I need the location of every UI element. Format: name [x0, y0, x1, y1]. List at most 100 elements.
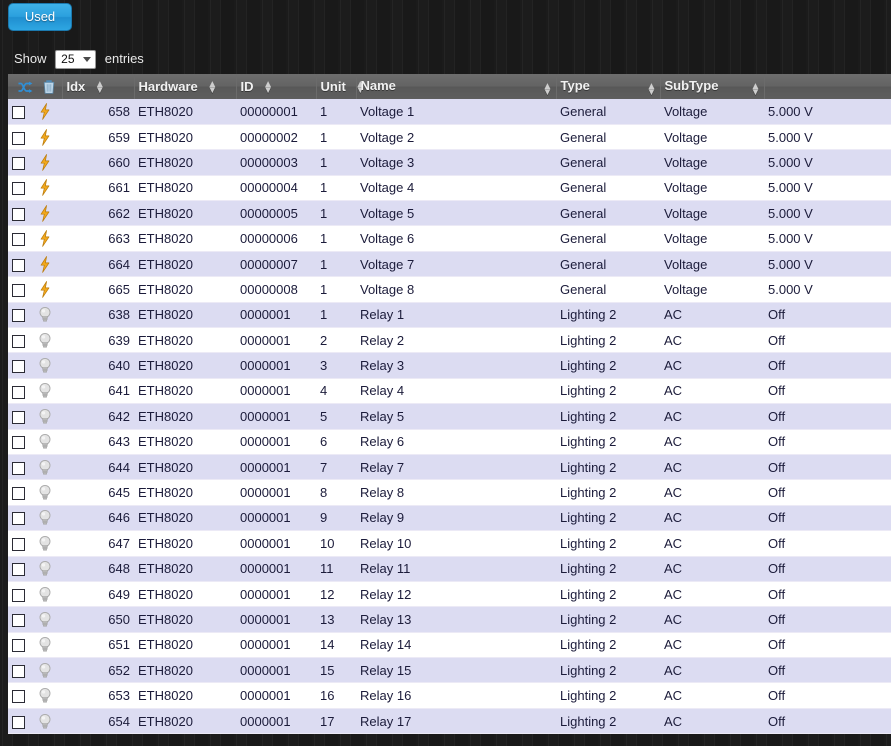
header-subtype-label: SubType [664, 77, 719, 93]
table-row[interactable]: 662 ETH8020 00000005 1 Voltage 5 General Volta… [8, 200, 891, 227]
table-row[interactable]: 639 ETH8020 0000001 2 Relay 2 Lighting 2 AC Off [8, 327, 891, 354]
row-checkbox[interactable] [12, 105, 25, 119]
row-checkbox-cell[interactable] [8, 606, 34, 633]
shuffle-icon[interactable] [18, 81, 33, 94]
cell-name: Relay 1 [356, 302, 556, 329]
row-checkbox[interactable] [12, 157, 25, 170]
row-checkbox-cell[interactable] [8, 149, 34, 176]
table-row[interactable]: 644 ETH8020 0000001 7 Relay 7 Lighting 2 AC Off [8, 454, 891, 481]
cell-id: 0000001 [236, 632, 316, 659]
sort-icon: ▲▼ [646, 80, 657, 98]
row-checkbox-cell[interactable] [8, 403, 34, 430]
cell-unit: 9 [316, 505, 356, 532]
row-checkbox-cell[interactable] [8, 175, 34, 202]
row-checkbox-cell[interactable] [8, 581, 34, 608]
table-row[interactable]: 651 ETH8020 0000001 14 Relay 14 Lighting 2 AC O… [8, 632, 891, 659]
lightning-bolt-icon [38, 281, 58, 298]
row-checkbox-cell[interactable] [8, 378, 34, 405]
cell-idx: 639 [62, 327, 134, 354]
row-checkbox[interactable] [12, 207, 25, 221]
row-checkbox-cell[interactable] [8, 251, 34, 278]
table-row[interactable]: 646 ETH8020 0000001 9 Relay 9 Lighting 2 AC Off [8, 505, 891, 532]
row-checkbox-cell[interactable] [8, 99, 34, 125]
cell-subtype: AC [660, 403, 764, 430]
tab-used[interactable]: Used [8, 3, 72, 31]
header-type[interactable]: Type ▲ ▼ [556, 74, 661, 99]
row-checkbox[interactable] [12, 436, 25, 450]
row-checkbox[interactable] [12, 487, 25, 501]
trash-icon[interactable] [43, 80, 55, 95]
row-checkbox-cell[interactable] [8, 556, 34, 582]
row-checkbox[interactable] [12, 233, 25, 247]
table-row[interactable]: 661 ETH8020 00000004 1 Voltage 4 General Volta… [8, 175, 891, 202]
row-checkbox[interactable] [12, 614, 25, 628]
row-checkbox[interactable] [12, 410, 25, 424]
row-checkbox[interactable] [12, 690, 25, 704]
cell-unit: 1 [316, 225, 356, 252]
row-checkbox[interactable] [12, 664, 25, 678]
row-checkbox-cell[interactable] [8, 352, 34, 379]
row-checkbox-cell[interactable] [8, 505, 34, 532]
table-row[interactable]: 641 ETH8020 0000001 4 Relay 4 Lighting 2 AC Off [8, 378, 891, 405]
header-name[interactable]: Name ▲ ▼ [356, 74, 557, 99]
header-unit[interactable]: Unit ▲▼ [316, 74, 365, 99]
table-row[interactable]: 650 ETH8020 0000001 13 Relay 13 Lighting 2 AC O… [8, 606, 891, 633]
table-row[interactable]: 642 ETH8020 0000001 5 Relay 5 Lighting 2 AC Off [8, 403, 891, 430]
row-checkbox-cell[interactable] [8, 479, 34, 506]
row-checkbox-cell[interactable] [8, 708, 34, 735]
row-checkbox[interactable] [12, 258, 25, 272]
lightning-bolt-icon [38, 154, 58, 171]
table-row[interactable]: 658 ETH8020 00000001 1 Voltage 1 General Volta… [8, 99, 891, 125]
header-id[interactable]: ID ▲ ▼ [236, 74, 317, 99]
row-checkbox-cell[interactable] [8, 124, 34, 151]
table-row[interactable]: 663 ETH8020 00000006 1 Voltage 6 General Volta… [8, 225, 891, 252]
row-checkbox-cell[interactable] [8, 682, 34, 709]
cell-data: Off [764, 352, 891, 379]
row-checkbox[interactable] [12, 334, 25, 348]
row-checkbox-cell[interactable] [8, 200, 34, 227]
row-checkbox-cell[interactable] [8, 454, 34, 481]
table-row[interactable]: 648 ETH8020 0000001 11 Relay 11 Lighting 2 AC O… [8, 556, 891, 582]
table-row[interactable]: 652 ETH8020 0000001 15 Relay 15 Lighting 2 AC O… [8, 657, 891, 684]
table-row[interactable]: 640 ETH8020 0000001 3 Relay 3 Lighting 2 AC Off [8, 352, 891, 379]
row-checkbox-cell[interactable] [8, 632, 34, 659]
row-checkbox[interactable] [12, 461, 25, 475]
row-checkbox[interactable] [12, 588, 25, 602]
row-checkbox-cell[interactable] [8, 429, 34, 455]
cell-type: Lighting 2 [556, 606, 660, 633]
cell-hardware: ETH8020 [134, 708, 236, 735]
entries-per-page-select[interactable]: 25 [55, 49, 97, 69]
row-checkbox-cell[interactable] [8, 302, 34, 329]
row-checkbox-cell[interactable] [8, 225, 34, 252]
table-row[interactable]: 654 ETH8020 0000001 17 Relay 17 Lighting 2 AC O… [8, 708, 891, 735]
header-hardware[interactable]: Hardware ▲ ▼ [134, 74, 237, 99]
row-checkbox[interactable] [12, 309, 25, 323]
row-checkbox[interactable] [12, 639, 25, 653]
row-checkbox-cell[interactable] [8, 657, 34, 684]
row-checkbox-cell[interactable] [8, 327, 34, 354]
table-row[interactable]: 645 ETH8020 0000001 8 Relay 8 Lighting 2 AC Off [8, 479, 891, 506]
table-row[interactable]: 665 ETH8020 00000008 1 Voltage 8 General Volta… [8, 276, 891, 303]
row-checkbox[interactable] [12, 512, 25, 526]
row-checkbox[interactable] [12, 385, 25, 399]
row-checkbox[interactable] [12, 715, 25, 729]
row-checkbox[interactable] [12, 182, 25, 196]
row-checkbox[interactable] [12, 537, 25, 551]
table-row[interactable]: 653 ETH8020 0000001 16 Relay 16 Lighting 2 AC O… [8, 682, 891, 709]
table-row[interactable]: 647 ETH8020 0000001 10 Relay 10 Lighting 2 AC O… [8, 530, 891, 557]
row-checkbox[interactable] [12, 283, 25, 297]
header-idx[interactable]: Idx ▲ ▼ [62, 74, 135, 99]
table-row[interactable]: 649 ETH8020 0000001 12 Relay 12 Lighting 2 AC O… [8, 581, 891, 608]
header-subtype[interactable]: SubType ▲ ▼ [660, 74, 765, 99]
table-row[interactable]: 664 ETH8020 00000007 1 Voltage 7 General Volta… [8, 251, 891, 278]
row-checkbox[interactable] [12, 360, 25, 374]
row-checkbox[interactable] [12, 563, 25, 577]
table-row[interactable]: 638 ETH8020 0000001 1 Relay 1 Lighting 2 AC Off [8, 302, 891, 329]
table-row[interactable]: 660 ETH8020 00000003 1 Voltage 3 General Volta… [8, 149, 891, 176]
table-row[interactable]: 643 ETH8020 0000001 6 Relay 6 Lighting 2 AC Off [8, 429, 891, 455]
row-checkbox-cell[interactable] [8, 276, 34, 303]
row-checkbox-cell[interactable] [8, 530, 34, 557]
cell-name: Voltage 6 [356, 225, 556, 252]
table-row[interactable]: 659 ETH8020 00000002 1 Voltage 2 General Volta… [8, 124, 891, 151]
row-checkbox[interactable] [12, 131, 25, 145]
